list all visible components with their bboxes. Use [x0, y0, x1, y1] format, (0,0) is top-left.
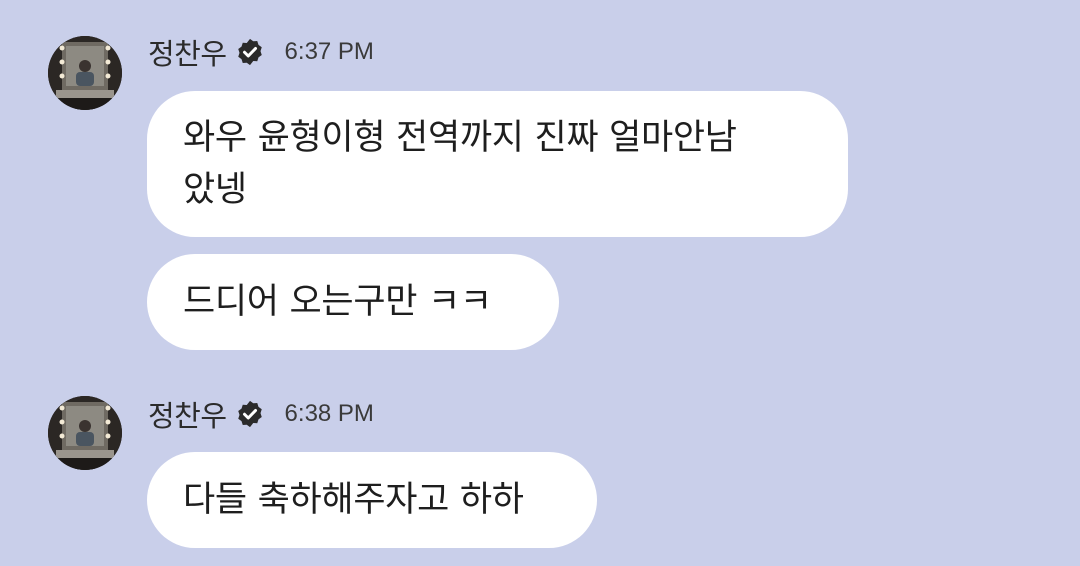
message-header: 정찬우 6:37 PM [148, 31, 374, 73]
verified-badge-icon [235, 399, 265, 429]
sender-name[interactable]: 정찬우 [148, 31, 227, 73]
verified-badge-icon [235, 37, 265, 67]
avatar[interactable] [48, 396, 122, 470]
message-timestamp: 6:38 PM [284, 400, 374, 427]
avatar-photo [48, 396, 122, 470]
avatar[interactable] [48, 36, 122, 110]
avatar-photo [48, 36, 122, 110]
message-timestamp: 6:37 PM [284, 38, 374, 65]
message-header: 정찬우 6:38 PM [148, 393, 374, 435]
sender-name[interactable]: 정찬우 [148, 393, 227, 435]
message-text-line: 다들 축하해주자고 하하 [183, 480, 524, 520]
message-bubble[interactable]: 와우 윤형이형 전역까지 진짜 얼마안남 았넹 [147, 91, 848, 237]
message-bubble[interactable]: 다들 축하해주자고 하하 [147, 452, 597, 548]
message-text-line: 았넹 [183, 170, 247, 210]
message-text-line: 와우 윤형이형 전역까지 진짜 얼마안남 [183, 118, 737, 158]
message-bubble[interactable]: 드디어 오는구만 ㅋㅋ [147, 254, 559, 350]
message-text-line: 드디어 오는구만 ㅋㅋ [183, 282, 492, 322]
